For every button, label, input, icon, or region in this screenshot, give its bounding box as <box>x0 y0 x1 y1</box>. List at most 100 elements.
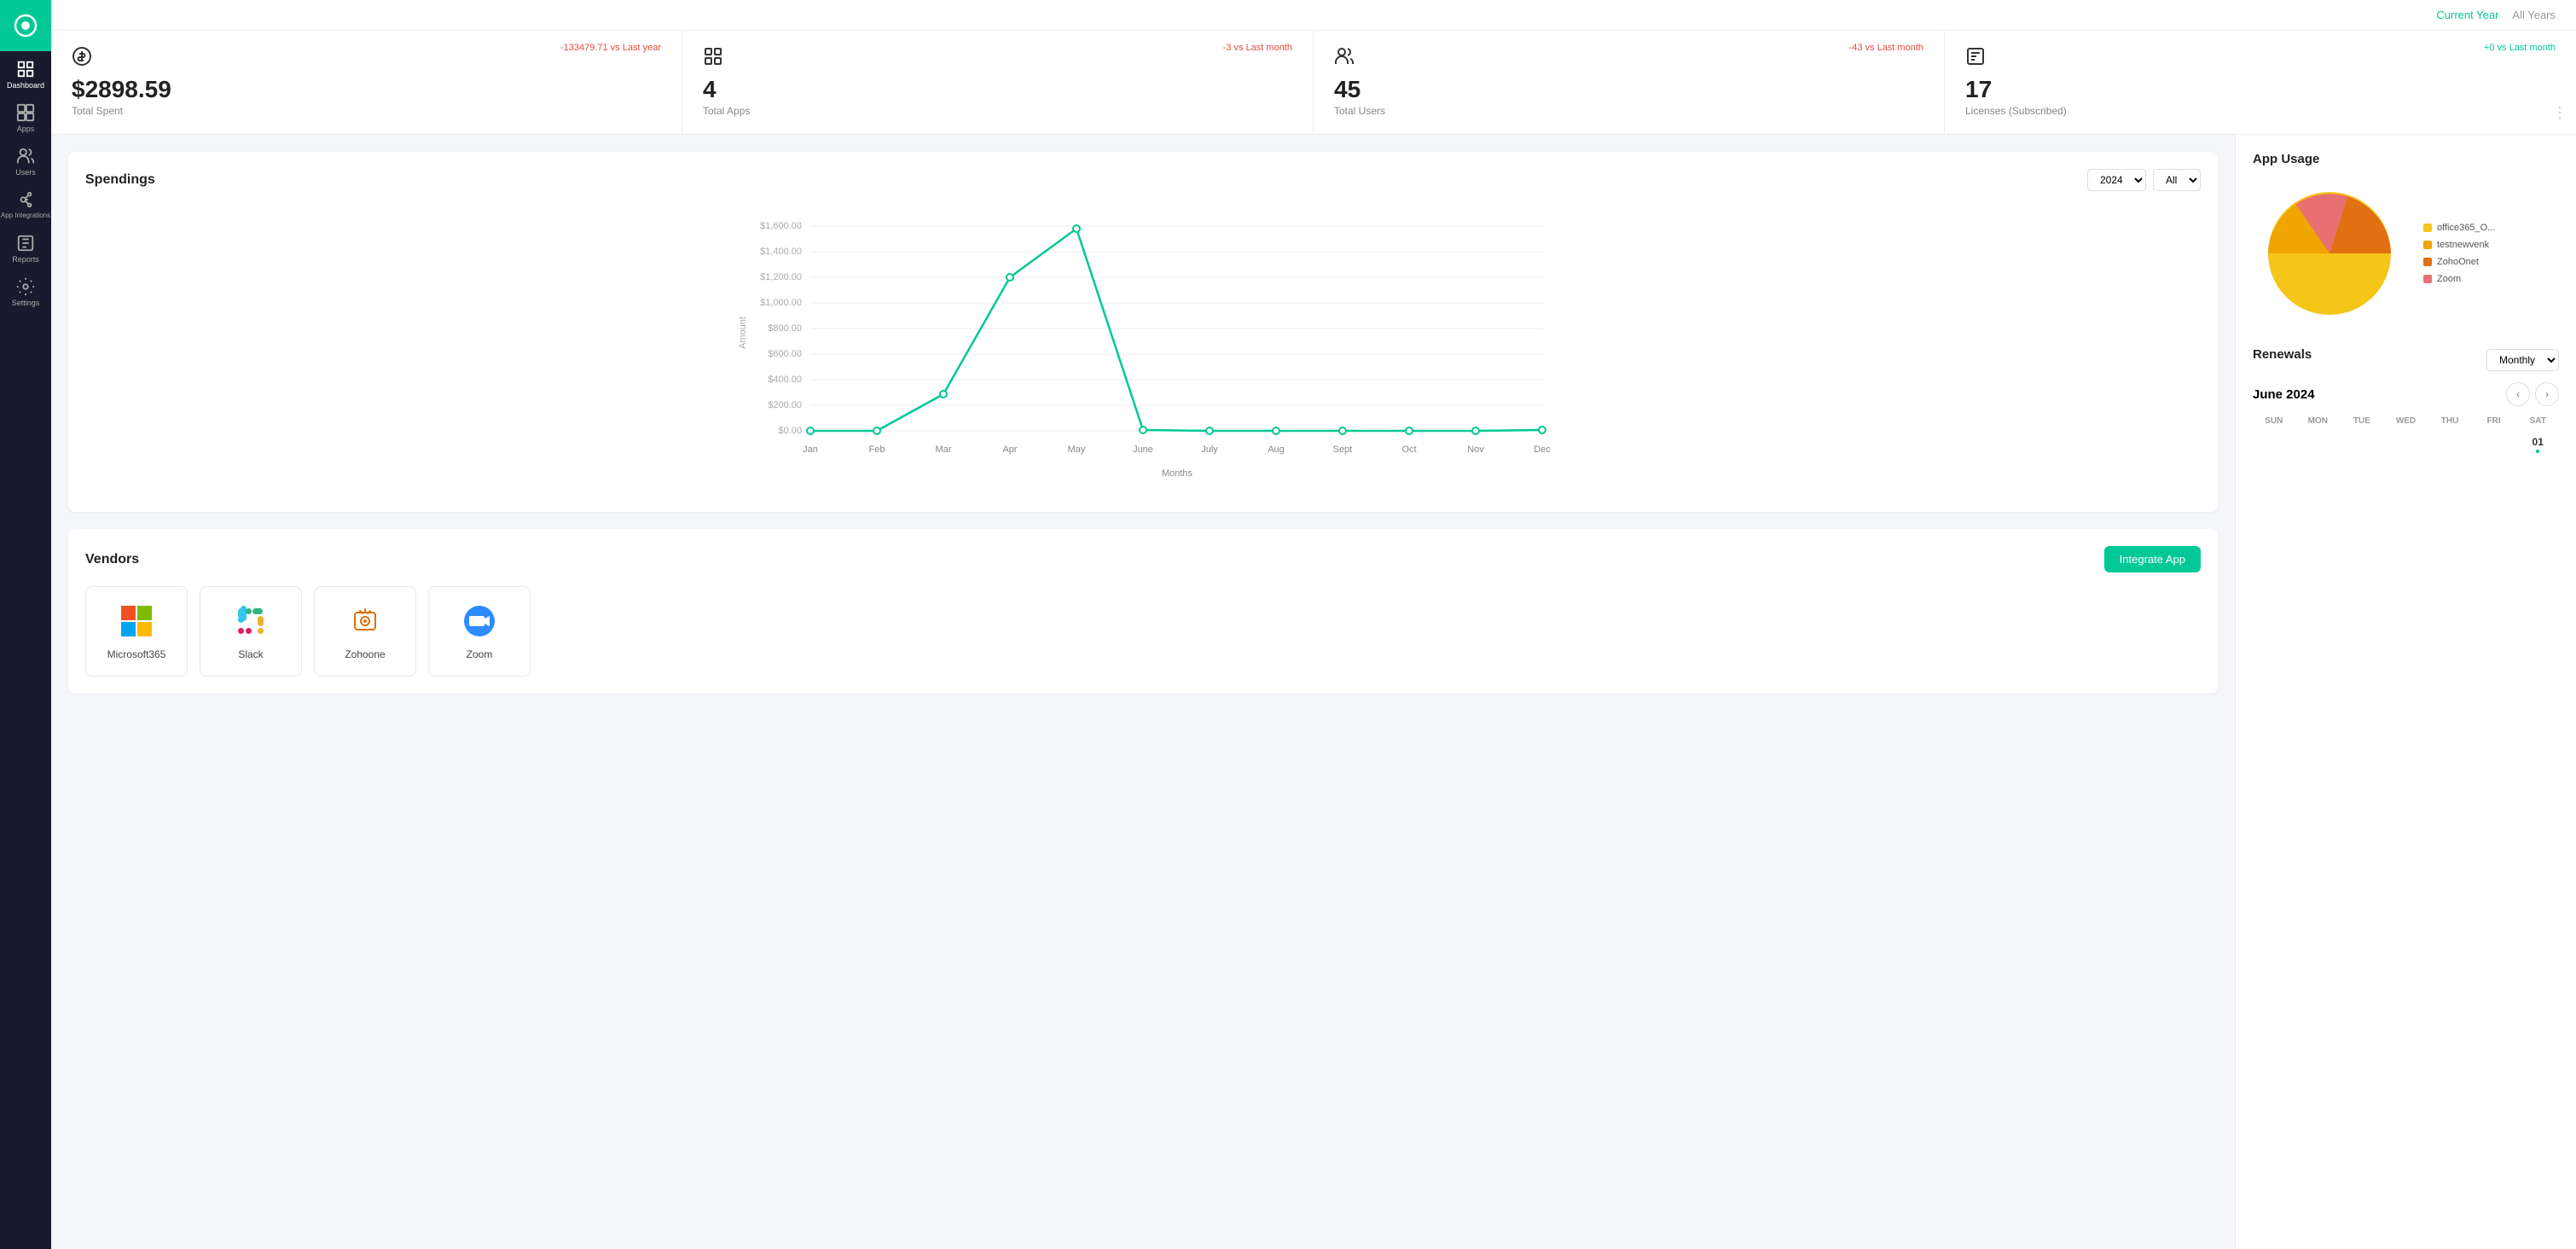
vendor-zohoone-name: Zohoone <box>345 648 385 660</box>
svg-text:Feb: Feb <box>869 444 885 455</box>
sidebar-logo <box>0 0 51 51</box>
integrate-app-button[interactable]: Integrate App <box>2104 546 2201 572</box>
microsoft365-icon <box>118 602 155 640</box>
vendors-title: Vendors <box>85 552 139 567</box>
main-content: Current Year All Years -133479.71 vs Las… <box>51 0 2576 1249</box>
renewals-title: Renewals <box>2253 347 2312 362</box>
svg-text:$1,400.00: $1,400.00 <box>760 247 802 257</box>
cal-header-mon: MON <box>2297 413 2340 429</box>
cal-day-1[interactable]: 01 <box>2516 431 2559 458</box>
left-panel: Spendings 2024 All $1,600.00 $1, <box>51 135 2235 1249</box>
legend-zoom: Zoom <box>2423 274 2495 284</box>
sidebar-dashboard-label: Dashboard <box>7 81 44 90</box>
total-users-label: Total Users <box>1334 105 1923 117</box>
stat-licenses: +0 vs Last month 17 Licenses (Subscribed… <box>1945 31 2576 134</box>
pie-chart <box>2253 177 2406 330</box>
svg-text:Months: Months <box>1162 468 1193 479</box>
pie-area: office365_O... testnewvenk ZohoOnet <box>2253 177 2559 330</box>
svg-text:June: June <box>1133 444 1153 455</box>
sidebar-settings-label: Settings <box>12 299 40 307</box>
spendings-chart-card: Spendings 2024 All $1,600.00 $1, <box>68 152 2218 512</box>
vendor-zoom[interactable]: Zoom <box>428 586 531 677</box>
vendor-microsoft365-name: Microsoft365 <box>107 648 166 660</box>
legend-zohoonet-dot <box>2423 258 2432 266</box>
cal-header-tue: TUE <box>2341 413 2383 429</box>
sidebar-integrations-label: App Integrations <box>1 212 50 220</box>
spendings-chart: $1,600.00 $1,400.00 $1,200.00 $1,000.00 … <box>85 205 2201 495</box>
svg-text:July: July <box>1201 444 1218 455</box>
vendor-zohoone[interactable]: Zohoone <box>314 586 416 677</box>
vendors-list: Microsoft365 <box>85 586 2201 677</box>
total-apps-value: 4 <box>703 76 1292 103</box>
legend-office365-dot <box>2423 224 2432 232</box>
svg-text:Sept: Sept <box>1333 444 1353 455</box>
calendar-grid: SUN MON TUE WED THU FRI SAT 01 <box>2253 413 2559 458</box>
vendors-card: Vendors Integrate App <box>68 529 2218 694</box>
legend-zohoonet-label: ZohoOnet <box>2437 257 2479 267</box>
cal-header-fri: FRI <box>2473 413 2515 429</box>
svg-text:Dec: Dec <box>1534 444 1551 455</box>
filter-select[interactable]: All <box>2153 169 2201 191</box>
legend-zohoonet: ZohoOnet <box>2423 257 2495 267</box>
more-icon[interactable]: ⋮ <box>2552 104 2567 122</box>
calendar-prev-button[interactable]: ‹ <box>2506 382 2530 406</box>
calendar-next-button[interactable]: › <box>2535 382 2559 406</box>
apps-icon <box>703 46 1292 71</box>
vendor-slack[interactable]: Slack <box>200 586 302 677</box>
sidebar-apps-label: Apps <box>17 125 35 133</box>
year-select[interactable]: 2024 <box>2087 169 2146 191</box>
right-panel: App Usage <box>2235 135 2576 1249</box>
cal-day-empty-2 <box>2297 431 2340 458</box>
svg-text:$200.00: $200.00 <box>768 400 802 410</box>
content-area: Spendings 2024 All $1,600.00 $1, <box>51 135 2576 1249</box>
zoom-icon <box>461 602 498 640</box>
slack-icon <box>232 602 270 640</box>
svg-text:Apr: Apr <box>1002 444 1017 455</box>
legend-testnewvenk-dot <box>2423 241 2432 249</box>
cal-header-sat: SAT <box>2516 413 2559 429</box>
renewals-period-select[interactable]: Monthly Weekly Yearly <box>2486 349 2559 371</box>
renewals-section: Renewals Monthly Weekly Yearly June 2024… <box>2253 347 2559 458</box>
legend-zoom-dot <box>2423 275 2432 283</box>
current-year-button[interactable]: Current Year <box>2436 9 2498 21</box>
vendor-microsoft365[interactable]: Microsoft365 <box>85 586 188 677</box>
svg-text:$800.00: $800.00 <box>768 323 802 334</box>
legend-office365-label: office365_O... <box>2437 223 2495 233</box>
vendor-slack-name: Slack <box>238 648 263 660</box>
svg-text:Mar: Mar <box>936 444 952 455</box>
svg-text:$1,200.00: $1,200.00 <box>760 272 802 282</box>
licenses-value: 17 <box>1965 76 2556 103</box>
cal-header-wed: WED <box>2385 413 2428 429</box>
sidebar-item-reports[interactable]: Reports <box>0 225 51 269</box>
total-spent-diff: -133479.71 vs Last year <box>560 43 661 53</box>
users-icon <box>1334 46 1923 71</box>
svg-text:$600.00: $600.00 <box>768 349 802 359</box>
svg-text:Nov: Nov <box>1467 444 1484 455</box>
cal-day-empty-5 <box>2428 431 2471 458</box>
stat-total-spent: -133479.71 vs Last year $2898.59 Total S… <box>51 31 682 134</box>
sidebar-item-apps[interactable]: Apps <box>0 95 51 138</box>
svg-text:Amount: Amount <box>738 317 748 349</box>
sidebar-item-users[interactable]: Users <box>0 138 51 182</box>
svg-text:$0.00: $0.00 <box>778 426 802 436</box>
zohoone-icon <box>346 602 384 640</box>
cal-day-empty-3 <box>2341 431 2383 458</box>
app-usage-title: App Usage <box>2253 152 2559 166</box>
cal-day-empty-4 <box>2385 431 2428 458</box>
sidebar-item-dashboard[interactable]: Dashboard <box>0 51 51 95</box>
calendar-nav-buttons: ‹ › <box>2506 382 2559 406</box>
svg-text:$1,600.00: $1,600.00 <box>760 221 802 231</box>
spendings-title: Spendings <box>85 172 155 188</box>
vendor-zoom-name: Zoom <box>467 648 493 660</box>
sidebar-users-label: Users <box>15 168 36 177</box>
sidebar-item-settings[interactable]: Settings <box>0 269 51 312</box>
stat-total-apps: -3 vs Last month 4 Total Apps <box>682 31 1314 134</box>
svg-text:Oct: Oct <box>1401 444 1416 455</box>
total-apps-label: Total Apps <box>703 105 1292 117</box>
licenses-icon <box>1965 46 2556 71</box>
svg-text:$1,000.00: $1,000.00 <box>760 298 802 308</box>
sidebar-item-app-integrations[interactable]: App Integrations <box>0 182 51 225</box>
total-spent-label: Total Spent <box>72 105 661 117</box>
total-apps-diff: -3 vs Last month <box>1223 43 1292 53</box>
all-years-button[interactable]: All Years <box>2512 9 2556 21</box>
